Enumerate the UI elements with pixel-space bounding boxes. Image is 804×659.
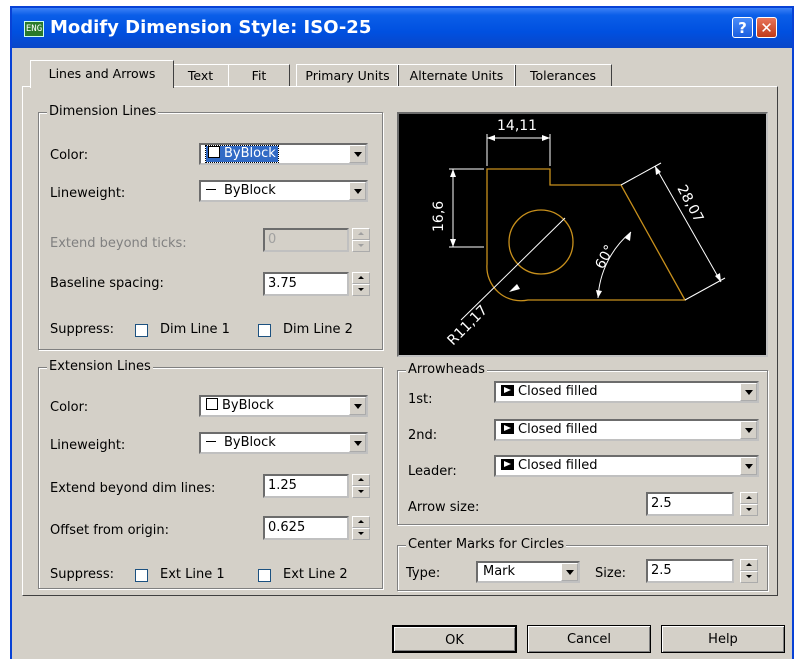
baseline-spacing-spinner[interactable]: [352, 272, 370, 296]
preview-dimension-lines: [449, 134, 726, 321]
preview-drawing: 14,11 16,6 28,07 60° R11,17: [431, 118, 726, 349]
arrow-size-spinner[interactable]: [740, 492, 758, 516]
baseline-spacing-input[interactable]: 3.75: [263, 272, 349, 296]
ext-line1-label: Ext Line 1: [160, 567, 225, 582]
center-mark-size-label: Size:: [595, 566, 627, 581]
dimension-preview: 14,11 16,6 28,07 60° R11,17: [397, 112, 768, 357]
window-title: Modify Dimension Style: ISO-25: [50, 17, 372, 38]
dim-line1-label: Dim Line 1: [160, 322, 230, 337]
cancel-button[interactable]: Cancel: [527, 625, 651, 653]
chevron-down-icon[interactable]: [349, 182, 366, 200]
dim-text-top: 14,11: [497, 118, 537, 134]
app-icon: ENG: [24, 21, 44, 37]
ext-line2-checkbox[interactable]: [258, 569, 271, 582]
ext-lineweight-dropdown[interactable]: ByBlock: [199, 432, 368, 454]
arrowhead-second-label: 2nd:: [408, 428, 438, 443]
dim-color-dropdown[interactable]: ByBlock: [199, 143, 368, 165]
ext-line2-label: Ext Line 2: [283, 567, 348, 582]
tab-tolerances[interactable]: Tolerances: [514, 64, 612, 87]
center-mark-type-label: Type:: [406, 566, 441, 581]
extend-beyond-ticks-label: Extend beyond ticks:: [50, 236, 187, 251]
ext-line1-checkbox[interactable]: [135, 569, 148, 582]
arrowhead-first-value: Closed filled: [518, 384, 598, 399]
closed-filled-arrow-icon: [501, 423, 514, 434]
dim-lineweight-value: ByBlock: [224, 183, 276, 198]
baseline-spacing-label: Baseline spacing:: [50, 276, 164, 291]
dim-lineweight-dropdown[interactable]: ByBlock: [199, 180, 368, 202]
dim-lineweight-label: Lineweight:: [50, 186, 126, 201]
arrowhead-leader-dropdown[interactable]: Closed filled: [494, 455, 759, 477]
extend-beyond-dim-lines-spinner[interactable]: [352, 474, 370, 498]
ext-color-dropdown[interactable]: ByBlock: [199, 395, 368, 417]
dim-text-left: 16,6: [431, 201, 447, 232]
chevron-down-icon[interactable]: [740, 457, 757, 475]
dimension-lines-title: Dimension Lines: [47, 104, 159, 120]
lineweight-icon: [206, 189, 216, 190]
dim-line2-checkbox[interactable]: [258, 324, 271, 337]
chevron-down-icon[interactable]: [349, 434, 366, 452]
chevron-down-icon[interactable]: [740, 421, 757, 439]
tab-primary-units[interactable]: Primary Units: [296, 64, 399, 87]
preview-arrowheads: [450, 135, 721, 298]
tab-text[interactable]: Text: [172, 64, 229, 87]
chevron-down-icon[interactable]: [349, 145, 366, 163]
dim-color-value: ByBlock: [224, 146, 276, 161]
ext-suppress-label: Suppress:: [50, 567, 114, 582]
extend-beyond-dim-lines-label: Extend beyond dim lines:: [50, 481, 216, 496]
chevron-down-icon[interactable]: [740, 383, 757, 401]
help-button[interactable]: Help: [661, 625, 785, 653]
ok-button[interactable]: OK: [392, 625, 517, 653]
dim-color-label: Color:: [50, 148, 89, 163]
dim-text-radius: R11,17: [445, 302, 492, 349]
arrow-size-label: Arrow size:: [408, 500, 480, 515]
offset-from-origin-label: Offset from origin:: [50, 523, 169, 538]
arrowhead-leader-label: Leader:: [408, 464, 457, 479]
preview-geometry: [486, 168, 687, 302]
center-mark-size-spinner[interactable]: [740, 559, 758, 583]
arrowhead-first-dropdown[interactable]: Closed filled: [494, 381, 759, 403]
offset-from-origin-spinner[interactable]: [352, 516, 370, 540]
offset-from-origin-input[interactable]: 0.625: [263, 516, 349, 540]
extension-lines-title: Extension Lines: [47, 359, 153, 375]
arrowhead-second-value: Closed filled: [518, 422, 598, 437]
ext-lineweight-label: Lineweight:: [50, 438, 126, 453]
close-button[interactable]: ✕: [756, 17, 777, 38]
arrowhead-first-label: 1st:: [408, 392, 433, 407]
chevron-down-icon[interactable]: [349, 397, 366, 415]
lineweight-icon: [206, 441, 216, 442]
tab-fit[interactable]: Fit: [228, 64, 290, 87]
color-swatch-icon: [208, 146, 220, 158]
center-marks-title: Center Marks for Circles: [406, 537, 567, 553]
dim-suppress-label: Suppress:: [50, 322, 114, 337]
dim-text-right: 28,07: [673, 182, 706, 225]
ext-color-label: Color:: [50, 400, 89, 415]
dim-text-angle: 60°: [592, 242, 618, 271]
extend-beyond-ticks-spinner[interactable]: [352, 228, 370, 252]
color-swatch-icon: [206, 398, 218, 410]
closed-filled-arrow-icon: [501, 459, 514, 470]
tab-lines-and-arrows[interactable]: Lines and Arrows: [30, 60, 174, 88]
ext-color-value: ByBlock: [222, 398, 274, 413]
center-mark-size-input[interactable]: 2.5: [646, 559, 734, 583]
closed-filled-arrow-icon: [501, 385, 514, 396]
title-bar[interactable]: ENG Modify Dimension Style: ISO-25 ? ✕: [12, 8, 792, 48]
arrow-size-input[interactable]: 2.5: [646, 492, 734, 516]
center-mark-type-dropdown[interactable]: Mark: [476, 561, 580, 583]
arrowhead-second-dropdown[interactable]: Closed filled: [494, 419, 759, 441]
tab-alternate-units[interactable]: Alternate Units: [397, 64, 516, 87]
chevron-down-icon[interactable]: [561, 563, 578, 581]
dim-line2-label: Dim Line 2: [283, 322, 353, 337]
ext-lineweight-value: ByBlock: [224, 435, 276, 450]
extend-beyond-ticks-input[interactable]: 0: [263, 228, 349, 252]
extend-beyond-dim-lines-input[interactable]: 1.25: [263, 474, 349, 498]
dim-line1-checkbox[interactable]: [135, 324, 148, 337]
center-mark-type-value: Mark: [483, 564, 516, 579]
arrowhead-leader-value: Closed filled: [518, 458, 598, 473]
arrowheads-title: Arrowheads: [406, 362, 487, 378]
help-title-button[interactable]: ?: [732, 17, 753, 38]
